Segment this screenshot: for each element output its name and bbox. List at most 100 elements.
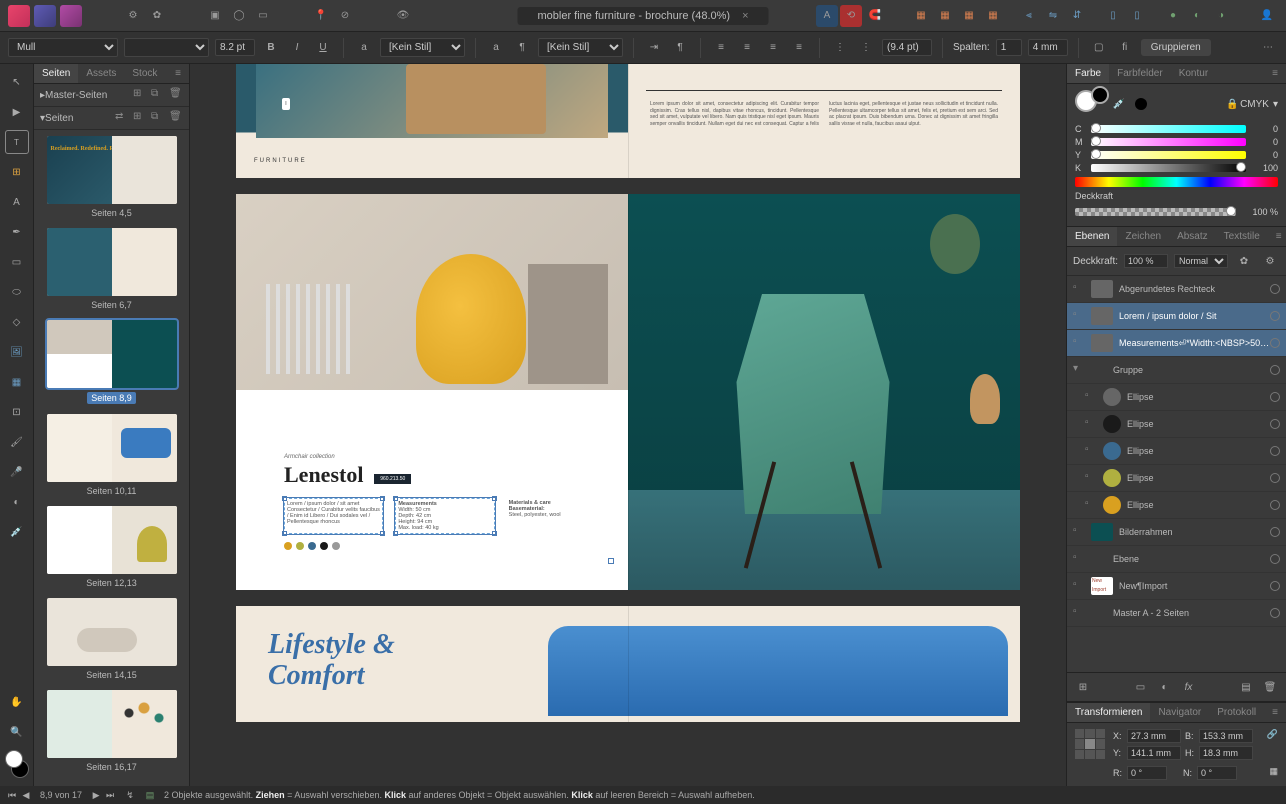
para-style-select[interactable]: [Kein Stil] xyxy=(538,38,623,57)
first-page-icon[interactable]: ⏮ xyxy=(6,790,18,801)
color-swatch-pair[interactable] xyxy=(5,750,29,778)
leading-input[interactable] xyxy=(882,39,932,56)
node-tool-icon[interactable]: ▶ xyxy=(5,100,29,124)
layer-row[interactable]: ▫Ellipse xyxy=(1067,411,1286,438)
delete-master-icon[interactable]: 🗑 xyxy=(169,88,183,102)
pages-thumbnails[interactable]: Reclaimed. Redefined. Revolution Seiten … xyxy=(34,130,189,786)
gear-icon[interactable]: ⚙ xyxy=(122,5,144,27)
tab-character[interactable]: Zeichen xyxy=(1117,227,1169,246)
italic-icon[interactable]: I xyxy=(287,38,307,58)
baseline-icon[interactable]: ⟲ xyxy=(840,5,862,27)
indent-icon[interactable]: ⇥ xyxy=(644,38,664,58)
preferences-icon[interactable]: ✿ xyxy=(146,5,168,27)
vector-brush-tool-icon[interactable]: 🖌 xyxy=(5,430,29,454)
tab-textstyles[interactable]: Textstile xyxy=(1216,227,1268,246)
add-master-icon[interactable]: ⊞ xyxy=(133,88,147,102)
bold-icon[interactable]: B xyxy=(261,38,281,58)
add-sublayer-icon[interactable]: ⊞ xyxy=(1073,677,1093,697)
layer-row[interactable]: ▫Ellipse xyxy=(1067,384,1286,411)
visibility-toggle-icon[interactable] xyxy=(1270,365,1280,375)
visibility-toggle-icon[interactable] xyxy=(1270,608,1280,618)
char-style-select[interactable]: [Kein Stil] xyxy=(380,38,465,57)
align-justify-icon[interactable]: ≡ xyxy=(789,38,809,58)
pin-icon[interactable]: 📍 xyxy=(310,5,332,27)
layer-row[interactable]: ▫Lorem / ipsum dolor / Sit xyxy=(1067,303,1286,330)
panel-menu-icon[interactable]: ≡ xyxy=(1268,227,1286,246)
align-center-icon[interactable]: ≡ xyxy=(737,38,757,58)
pilcrow-icon[interactable]: ¶ xyxy=(670,38,690,58)
color-wells[interactable] xyxy=(1075,90,1103,118)
adjustment-icon[interactable]: ◐ xyxy=(1155,677,1175,697)
zoom-tool-icon[interactable]: 🔍 xyxy=(5,720,29,744)
transform-x-input[interactable] xyxy=(1127,729,1181,743)
delete-page-icon[interactable]: 🗑 xyxy=(169,111,183,125)
tab-pages[interactable]: Seiten xyxy=(34,64,78,83)
transform-s-input[interactable] xyxy=(1197,766,1237,780)
artistic-text-tool-icon[interactable]: A xyxy=(5,190,29,214)
color-mode-label[interactable]: CMYK xyxy=(1240,99,1269,110)
font-size-input[interactable] xyxy=(215,39,255,56)
transform-h-input[interactable] xyxy=(1199,746,1253,760)
list-bullet-icon[interactable]: ⋮ xyxy=(830,38,850,58)
flip-h-icon[interactable]: ⇋ xyxy=(1042,5,1064,27)
last-page-icon[interactable]: ⏭ xyxy=(104,790,116,801)
text-frame-description[interactable]: Lorem / ipsum dolor / sit amet Consectet… xyxy=(284,498,383,534)
visibility-toggle-icon[interactable] xyxy=(1270,554,1280,564)
columns-input[interactable] xyxy=(996,39,1022,56)
next-page-icon[interactable]: ▶ xyxy=(90,790,102,801)
crop-tool-icon[interactable]: ⊡ xyxy=(5,400,29,424)
spread-8-9[interactable]: Armchair collection Lenestol 960.213.50 … xyxy=(236,194,1020,590)
eyedropper-icon[interactable]: 💉 xyxy=(1109,94,1129,114)
tab-navigator[interactable]: Navigator xyxy=(1150,703,1209,722)
list-number-icon[interactable]: ⋮ xyxy=(856,38,876,58)
visibility-toggle-icon[interactable] xyxy=(1270,419,1280,429)
page-thumb-10-11[interactable]: Seiten 10,11 xyxy=(40,414,183,496)
spread-4-5[interactable]: I FURNITURE Lorem ipsum dolor sit amet, … xyxy=(236,64,1020,178)
visibility-toggle-icon[interactable] xyxy=(1270,473,1280,483)
layer-gear-icon[interactable]: ⚙ xyxy=(1260,251,1280,271)
boolean-add-icon[interactable]: ● xyxy=(1162,5,1184,27)
color-dot[interactable] xyxy=(284,542,292,550)
layer-row[interactable]: ▫Ellipse xyxy=(1067,438,1286,465)
transform-r-input[interactable] xyxy=(1127,766,1167,780)
account-icon[interactable]: 👤 xyxy=(1256,5,1278,27)
add-page-icon[interactable]: ⊞ xyxy=(133,111,147,125)
visibility-toggle-icon[interactable] xyxy=(1270,311,1280,321)
shape-tool-icon[interactable]: ◇ xyxy=(5,310,29,334)
foreground-swatch[interactable] xyxy=(5,750,23,768)
underline-icon[interactable]: U xyxy=(313,38,333,58)
spread-10-11[interactable]: Lifestyle & Comfort xyxy=(236,606,1020,722)
page-thumb-6-7[interactable]: Seiten 6,7 xyxy=(40,228,183,310)
page-thumb-8-9[interactable]: Seiten 8,9 xyxy=(40,320,183,404)
layer-row[interactable]: ▫New ImportNew¶Import xyxy=(1067,573,1286,600)
move-tool-icon[interactable]: ↖ xyxy=(5,70,29,94)
duplicate-page-icon[interactable]: ⧉ xyxy=(151,111,165,125)
align-left-icon[interactable]: ⫷ xyxy=(1018,5,1040,27)
tab-transform[interactable]: Transformieren xyxy=(1067,703,1150,722)
panel-menu-icon[interactable]: ≡ xyxy=(1264,703,1286,722)
visibility-toggle-icon[interactable] xyxy=(1270,392,1280,402)
tab-color[interactable]: Farbe xyxy=(1067,64,1109,83)
color-dot[interactable] xyxy=(308,542,316,550)
table-tool-icon[interactable]: ⊞ xyxy=(5,160,29,184)
fill-tool-icon[interactable]: 🎤 xyxy=(5,460,29,484)
shape-tool-icon[interactable]: ▭ xyxy=(252,5,274,27)
layer-row[interactable]: ▫Bilderrahmen xyxy=(1067,519,1286,546)
chevron-down-icon[interactable]: ▾ xyxy=(1273,99,1278,110)
preflight-icon[interactable]: ▤ xyxy=(144,790,156,801)
tab-history[interactable]: Protokoll xyxy=(1209,703,1264,722)
pen-tool-icon[interactable]: ✒ xyxy=(5,220,29,244)
page-thumb-12-13[interactable]: Seiten 12,13 xyxy=(40,506,183,588)
publisher-persona-icon[interactable] xyxy=(8,5,30,27)
boolean-subtract-icon[interactable]: ◐ xyxy=(1186,5,1208,27)
panel-menu-icon[interactable]: ≡ xyxy=(167,64,189,83)
text-style-icon[interactable]: A xyxy=(816,5,838,27)
pan-tool-icon[interactable]: ✋ xyxy=(5,690,29,714)
photo-persona-icon[interactable] xyxy=(60,5,82,27)
link-wh-icon[interactable]: 🔗 xyxy=(1267,729,1278,760)
picture-frame-tool-icon[interactable]: 🖼 xyxy=(5,340,29,364)
layer-row[interactable]: ▫Ellipse xyxy=(1067,465,1286,492)
fill-select[interactable]: Mull xyxy=(8,38,118,57)
layers-list[interactable]: ▫Abgerundetes Rechteck▫Lorem / ipsum dol… xyxy=(1067,276,1286,672)
autoflow-icon[interactable]: ↯ xyxy=(124,790,136,801)
